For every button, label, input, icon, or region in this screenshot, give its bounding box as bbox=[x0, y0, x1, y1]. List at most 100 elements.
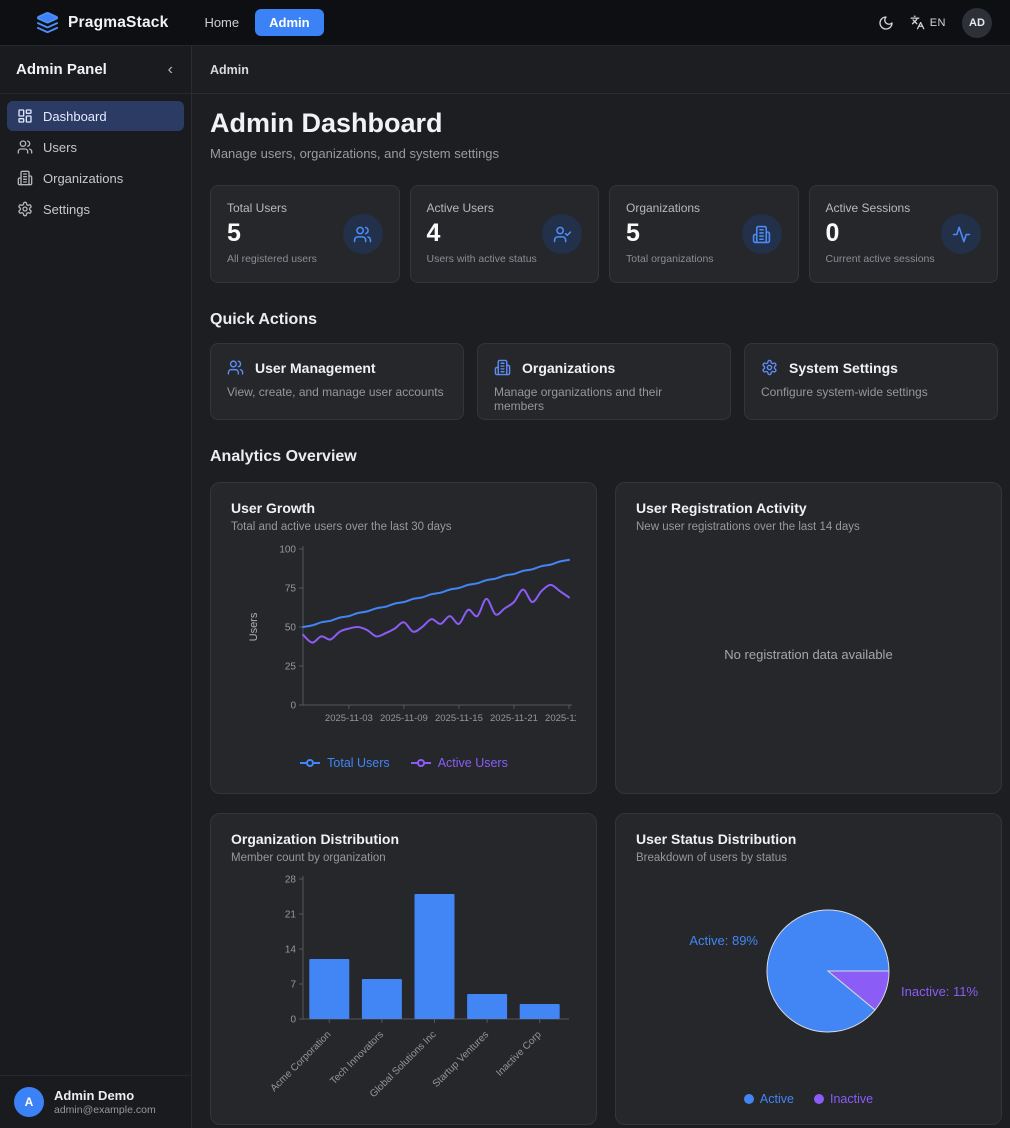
user-avatar[interactable]: AD bbox=[962, 8, 992, 38]
legend-label: Inactive bbox=[830, 1092, 873, 1106]
svg-text:28: 28 bbox=[285, 874, 297, 885]
sidebar-item-label: Users bbox=[43, 140, 77, 155]
chart-subtitle: Breakdown of users by status bbox=[636, 852, 981, 864]
sidebar-item-label: Settings bbox=[43, 202, 90, 217]
quick-action-system-settings[interactable]: System Settings Configure system-wide se… bbox=[744, 343, 998, 420]
stat-value: 0 bbox=[826, 219, 935, 248]
sidebar-item-organizations[interactable]: Organizations bbox=[7, 163, 184, 193]
svg-text:7: 7 bbox=[290, 979, 296, 990]
legend-item[interactable]: Active bbox=[744, 1092, 794, 1106]
svg-text:0: 0 bbox=[290, 701, 296, 712]
sidebar-header: Admin Panel ‹ bbox=[0, 46, 191, 94]
legend-item[interactable]: Inactive bbox=[814, 1092, 873, 1106]
user-growth-line-chart: 02550751002025-11-032025-11-092025-11-15… bbox=[231, 541, 576, 746]
dashboard-content: Admin Dashboard Manage users, organizati… bbox=[192, 94, 1010, 1125]
stat-value: 5 bbox=[227, 219, 317, 248]
topbar: PragmaStack Home Admin EN AD bbox=[0, 0, 1010, 46]
chart-subtitle: New user registrations over the last 14 … bbox=[636, 521, 981, 533]
topbar-actions: EN AD bbox=[878, 8, 992, 38]
legend-label: Active bbox=[760, 1092, 794, 1106]
gear-icon bbox=[17, 201, 33, 217]
legend-dot-icon bbox=[744, 1094, 754, 1104]
stat-desc: All registered users bbox=[227, 253, 317, 265]
svg-text:2025-11-15: 2025-11-15 bbox=[435, 713, 483, 724]
org-distribution-card: Organization Distribution Member count b… bbox=[210, 813, 597, 1125]
sidebar-item-users[interactable]: Users bbox=[7, 132, 184, 162]
sidebar-item-dashboard[interactable]: Dashboard bbox=[7, 101, 184, 131]
stat-title: Active Users bbox=[427, 201, 537, 215]
brand[interactable]: PragmaStack bbox=[36, 11, 168, 34]
breadcrumb-admin[interactable]: Admin bbox=[210, 63, 249, 77]
sidebar-collapse-button[interactable]: ‹ bbox=[164, 61, 177, 79]
legend-item[interactable]: Total Users bbox=[299, 756, 390, 770]
legend-item[interactable]: Active Users bbox=[410, 756, 508, 770]
gear-icon bbox=[761, 359, 778, 376]
nav-home[interactable]: Home bbox=[198, 9, 245, 36]
quick-action-desc: View, create, and manage user accounts bbox=[227, 385, 447, 399]
stat-title: Active Sessions bbox=[826, 201, 935, 215]
dashboard-grid-icon bbox=[17, 108, 33, 124]
stat-title: Organizations bbox=[626, 201, 714, 215]
svg-text:Acme Corporation: Acme Corporation bbox=[269, 1029, 334, 1094]
chart-title: User Status Distribution bbox=[636, 831, 981, 847]
sidebar-item-settings[interactable]: Settings bbox=[7, 194, 184, 224]
language-selector[interactable]: EN bbox=[910, 15, 946, 30]
svg-text:Inactive: 11%: Inactive: 11% bbox=[901, 984, 979, 999]
stat-card-organizations: Organizations 5 Total organizations bbox=[609, 185, 799, 283]
charts-grid: User Growth Total and active users over … bbox=[210, 482, 998, 1125]
svg-text:50: 50 bbox=[285, 623, 297, 634]
dark-mode-toggle[interactable] bbox=[878, 15, 894, 31]
chart-title: User Registration Activity bbox=[636, 500, 981, 516]
user-email: admin@example.com bbox=[54, 1104, 156, 1116]
chart-title: Organization Distribution bbox=[231, 831, 576, 847]
sidebar-nav: Dashboard Users bbox=[0, 94, 191, 1075]
stat-value: 5 bbox=[626, 219, 714, 248]
svg-text:100: 100 bbox=[279, 545, 296, 556]
legend-label: Active Users bbox=[438, 756, 508, 770]
sidebar-title: Admin Panel bbox=[16, 61, 107, 78]
nav-admin[interactable]: Admin bbox=[255, 9, 323, 36]
main-area: Admin Admin Dashboard Manage users, orga… bbox=[192, 46, 1010, 1128]
svg-text:2025-11-27: 2025-11-27 bbox=[545, 713, 576, 724]
svg-text:Inactive Corp: Inactive Corp bbox=[494, 1029, 544, 1079]
layers-logo-icon bbox=[36, 11, 59, 34]
user-check-icon bbox=[542, 214, 582, 254]
svg-text:Startup Ventures: Startup Ventures bbox=[431, 1029, 491, 1089]
quick-action-organizations[interactable]: Organizations Manage organizations and t… bbox=[477, 343, 731, 420]
sidebar-user[interactable]: A Admin Demo admin@example.com bbox=[0, 1075, 191, 1128]
user-status-pie-chart: Active: 89%Inactive: 11% bbox=[636, 864, 981, 1082]
stat-desc: Users with active status bbox=[427, 253, 537, 265]
users-icon bbox=[227, 359, 244, 376]
chart-subtitle: Total and active users over the last 30 … bbox=[231, 521, 576, 533]
stat-desc: Current active sessions bbox=[826, 253, 935, 265]
stats-row: Total Users 5 All registered users Activ… bbox=[210, 185, 998, 283]
quick-action-user-management[interactable]: User Management View, create, and manage… bbox=[210, 343, 464, 420]
users-icon bbox=[343, 214, 383, 254]
stat-card-active-users: Active Users 4 Users with active status bbox=[410, 185, 600, 283]
quick-action-title: System Settings bbox=[789, 360, 898, 376]
svg-text:25: 25 bbox=[285, 662, 297, 673]
moon-icon bbox=[878, 15, 894, 31]
users-icon bbox=[17, 139, 33, 155]
legend-dot-icon bbox=[814, 1094, 824, 1104]
chart-subtitle: Member count by organization bbox=[231, 852, 576, 864]
user-name: Admin Demo bbox=[54, 1088, 156, 1104]
building-icon bbox=[494, 359, 511, 376]
language-code: EN bbox=[930, 17, 946, 29]
user-status-card: User Status Distribution Breakdown of us… bbox=[615, 813, 1002, 1125]
registration-activity-card: User Registration Activity New user regi… bbox=[615, 482, 1002, 794]
stat-title: Total Users bbox=[227, 201, 317, 215]
chart-title: User Growth bbox=[231, 500, 576, 516]
building-icon bbox=[742, 214, 782, 254]
svg-text:2025-11-03: 2025-11-03 bbox=[325, 713, 373, 724]
svg-text:0: 0 bbox=[290, 1014, 296, 1025]
translate-icon bbox=[910, 15, 925, 30]
svg-text:Users: Users bbox=[248, 612, 260, 641]
legend-marker-icon bbox=[299, 758, 321, 768]
building-icon bbox=[17, 170, 33, 186]
analytics-heading: Analytics Overview bbox=[210, 448, 998, 466]
quick-action-desc: Configure system-wide settings bbox=[761, 385, 981, 399]
user-initial-avatar: A bbox=[14, 1087, 44, 1117]
sidebar-item-label: Dashboard bbox=[43, 109, 107, 124]
empty-state-message: No registration data available bbox=[724, 647, 892, 662]
